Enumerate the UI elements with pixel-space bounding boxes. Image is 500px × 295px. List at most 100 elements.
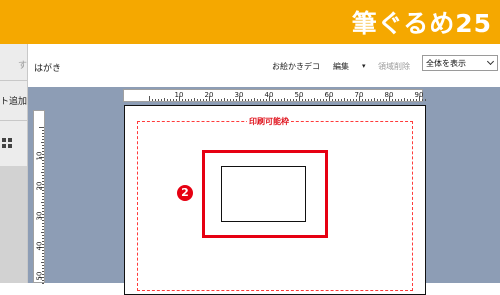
ruler-tick [176, 99, 177, 101]
ruler-tick [185, 99, 186, 101]
ruler-tick [344, 98, 345, 101]
ruler-tick [302, 99, 303, 101]
ruler-tick [401, 99, 402, 101]
ruler-tick [293, 99, 294, 101]
ruler-label: 60 [324, 91, 334, 99]
ruler-tick [371, 99, 372, 101]
ruler-tick [170, 99, 171, 101]
ruler-tick [42, 268, 44, 269]
ruler-tick [41, 262, 44, 263]
ruler-label: 70 [354, 91, 364, 99]
ruler-tick [368, 99, 369, 101]
ruler-tick [39, 127, 44, 128]
ruler-tick [335, 99, 336, 101]
ruler-tick [326, 99, 327, 101]
ruler-tick [42, 259, 44, 260]
ruler-tick [41, 232, 44, 233]
ruler-tick [42, 205, 44, 206]
ruler-tick [317, 99, 318, 101]
ruler-tick [152, 99, 153, 101]
ruler-tick [275, 99, 276, 101]
ruler-label: 30 [35, 211, 44, 221]
view-zoom-value: 全体を表示 [426, 59, 466, 68]
ruler-tick [42, 163, 44, 164]
ruler-tick [167, 99, 168, 101]
ruler-tick [398, 99, 399, 101]
left-panel: す ト追加 [0, 44, 28, 283]
ruler-tick [308, 99, 309, 101]
left-panel-item-1[interactable]: す [0, 58, 27, 71]
ruler-tick [41, 142, 44, 143]
ruler-tick [42, 148, 44, 149]
ruler-tick [164, 98, 165, 101]
toolbar: はがき お絵かきデコ 編集 ▾ 領域削除 全体を表示 [28, 44, 500, 87]
ruler-tick [230, 99, 231, 101]
ruler-tick [221, 99, 222, 101]
image-frame[interactable] [221, 166, 306, 222]
ruler-label: 40 [264, 91, 274, 99]
ruler-label: 10 [35, 151, 44, 161]
ruler-tick [305, 99, 306, 101]
ruler-tick [42, 229, 44, 230]
decorate-button[interactable]: お絵かきデコ [272, 61, 320, 72]
ruler-tick [395, 99, 396, 101]
ruler-tick [422, 99, 423, 101]
ruler-tick [353, 99, 354, 101]
left-panel-list-area [0, 166, 27, 283]
ruler-tick [380, 99, 381, 101]
ruler-tick [41, 172, 44, 173]
ruler-label: 20 [35, 181, 44, 191]
left-panel-item-add[interactable]: ト追加 [0, 94, 27, 107]
ruler-tick [290, 99, 291, 101]
ruler-tick [173, 99, 174, 101]
ruler-tick [338, 99, 339, 101]
ruler-tick [362, 99, 363, 101]
ruler-tick [278, 99, 279, 101]
ruler-tick [42, 283, 44, 284]
ruler-tick [236, 99, 237, 101]
ruler-label: 30 [234, 91, 244, 99]
ruler-tick [263, 99, 264, 101]
ruler-tick [233, 99, 234, 101]
ruler-tick [311, 99, 312, 101]
ruler-tick [42, 265, 44, 266]
document-type-label: はがき [34, 64, 62, 74]
ruler-tick [42, 178, 44, 179]
printable-area-label: 印刷可能枠 [247, 116, 291, 127]
ruler-tick [42, 253, 44, 254]
ruler-tick [188, 99, 189, 101]
title-bar: 筆ぐるめ25 [0, 0, 500, 44]
ruler-tick [182, 99, 183, 101]
ruler-tick [272, 99, 273, 101]
ruler-tick [42, 133, 44, 134]
divider [0, 80, 27, 81]
ruler-tick [42, 199, 44, 200]
chevron-down-icon[interactable]: ▾ [362, 62, 366, 70]
view-zoom-select[interactable]: 全体を表示 [422, 55, 498, 71]
ruler-tick [42, 193, 44, 194]
step-badge: 2 [177, 185, 193, 201]
ruler-tick [203, 99, 204, 101]
ruler-tick [42, 175, 44, 176]
ruler-tick [155, 99, 156, 101]
ruler-tick [42, 256, 44, 257]
ruler-tick [383, 99, 384, 101]
ruler-tick [42, 208, 44, 209]
ruler-tick [386, 99, 387, 101]
ruler-tick [296, 99, 297, 101]
ruler-tick [158, 99, 159, 101]
ruler-tick [425, 99, 426, 101]
ruler-tick [161, 99, 162, 101]
ruler-tick [42, 145, 44, 146]
vertical-ruler: 10 20 30 40 50 [33, 110, 45, 284]
ruler-label: 80 [384, 91, 394, 99]
grid-icon[interactable] [2, 138, 13, 149]
delete-region-button[interactable]: 領域削除 [378, 61, 410, 72]
ruler-tick [42, 196, 44, 197]
ruler-tick [224, 98, 225, 101]
ruler-tick [413, 99, 414, 101]
ruler-tick [374, 98, 375, 101]
ruler-tick [41, 202, 44, 203]
edit-menu-button[interactable]: 編集 [333, 61, 349, 72]
ruler-tick [257, 99, 258, 101]
